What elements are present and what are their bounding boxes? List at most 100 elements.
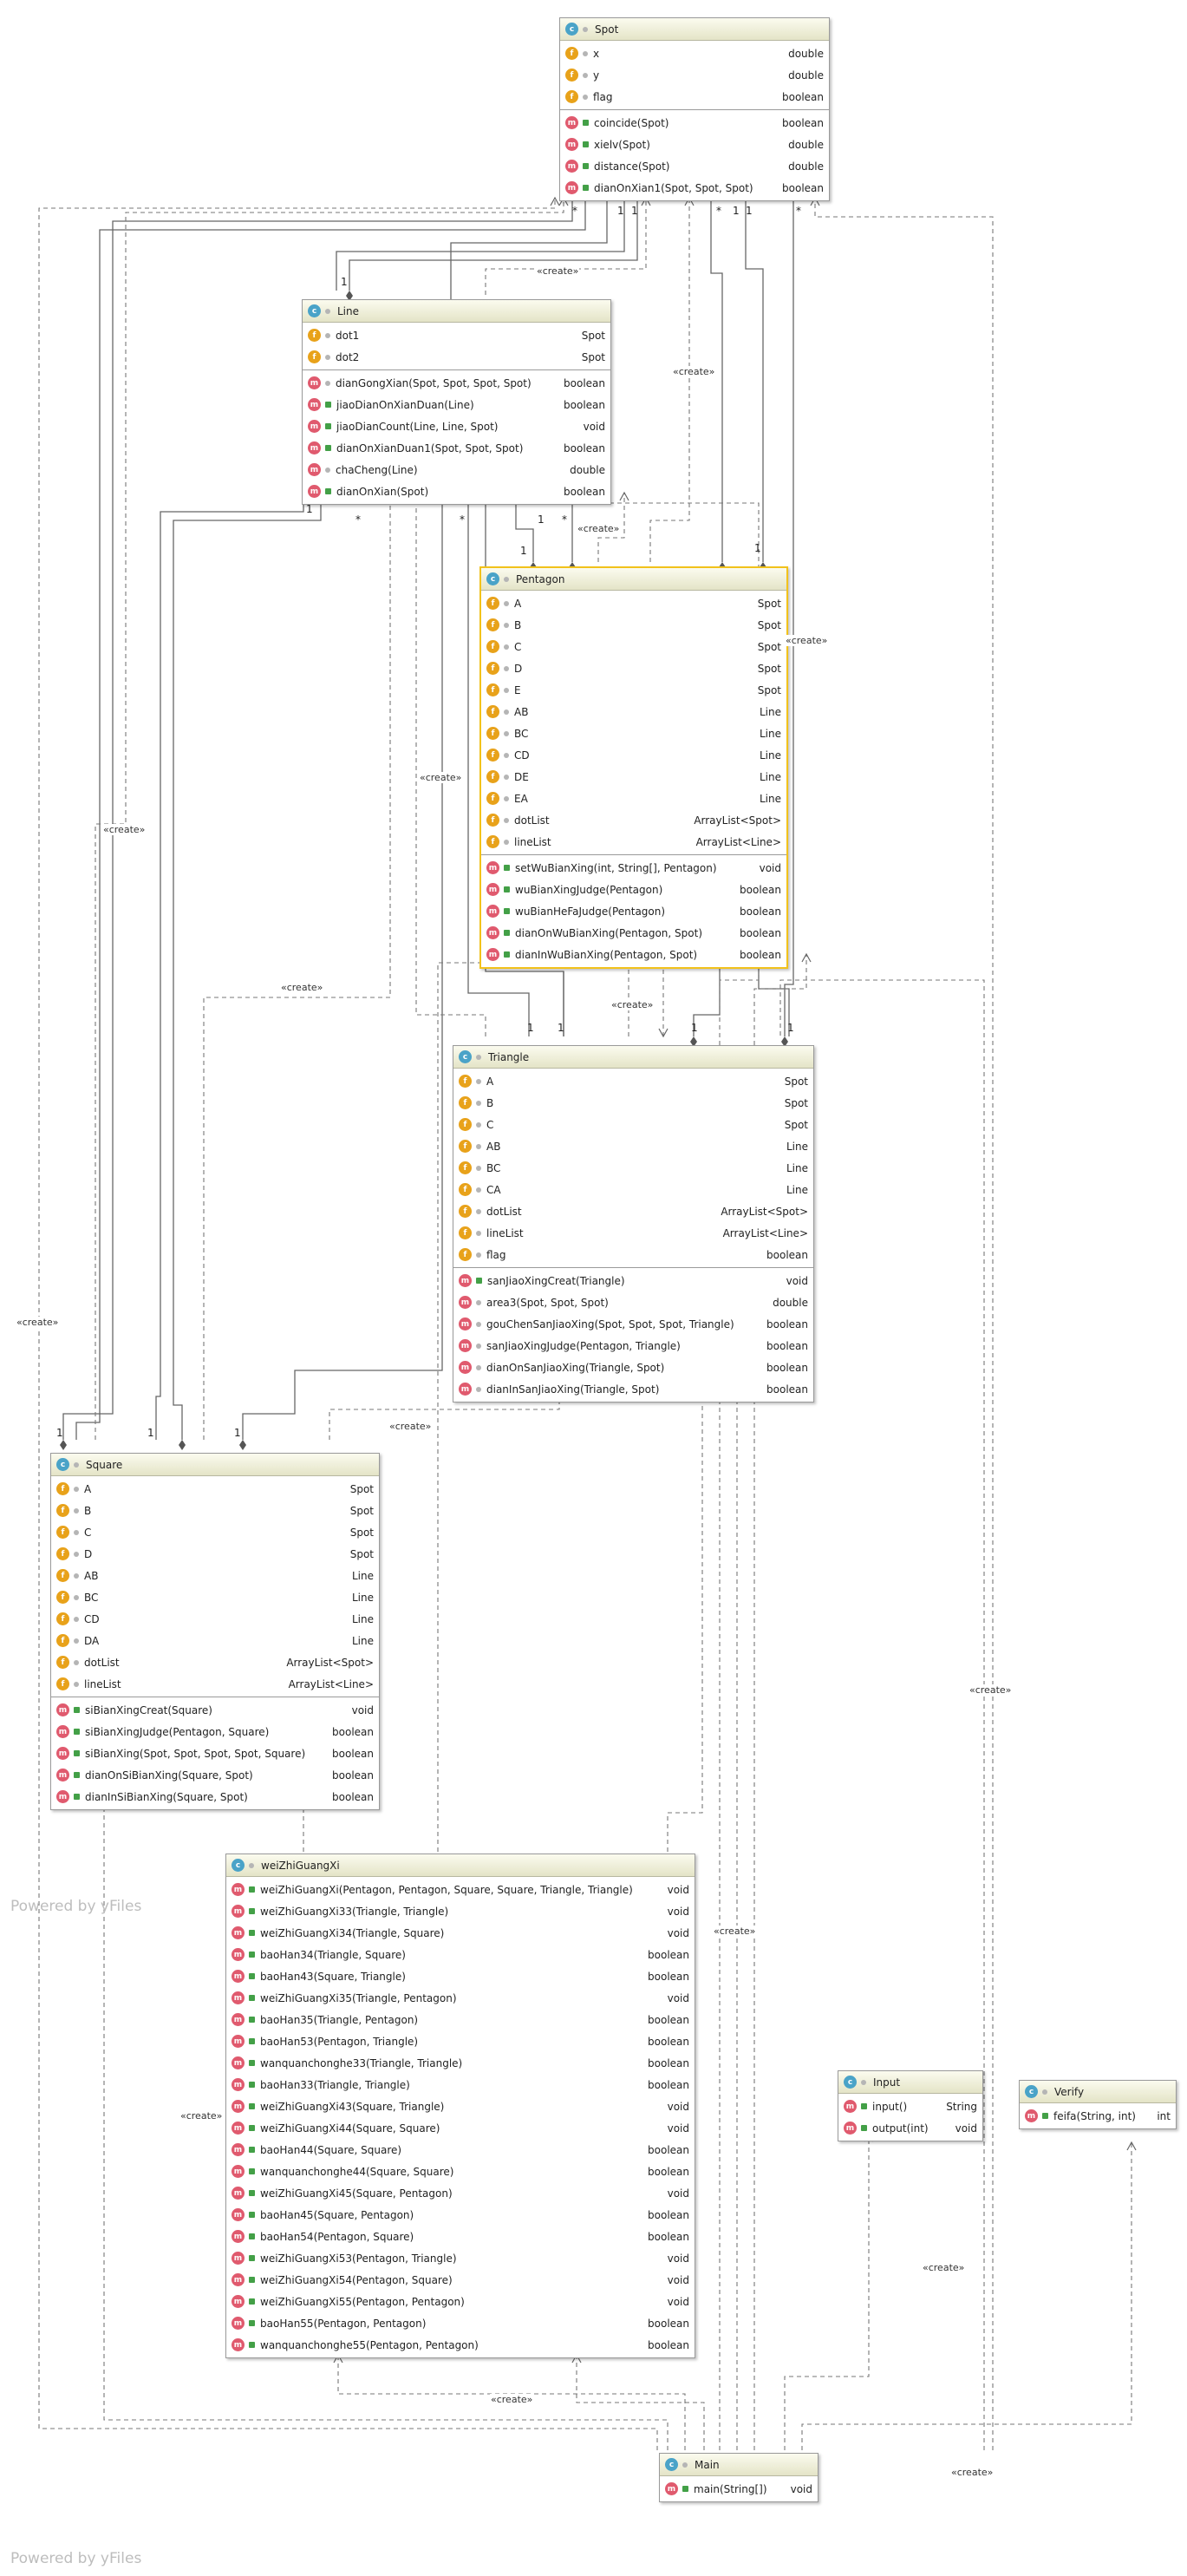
method-row[interactable]: m baoHan53(Pentagon, Triangle) boolean xyxy=(226,2030,695,2052)
field-row[interactable]: f B Spot xyxy=(481,614,786,636)
field-row[interactable]: f dotList ArrayList<Spot> xyxy=(481,809,786,831)
method-row[interactable]: m baoHan44(Square, Square) boolean xyxy=(226,2139,695,2161)
method-row[interactable]: m chaCheng(Line) double xyxy=(303,459,610,481)
field-row[interactable]: f AB Line xyxy=(51,1565,379,1586)
method-row[interactable]: m weiZhiGuangXi53(Pentagon, Triangle) void xyxy=(226,2247,695,2269)
method-row[interactable]: m siBianXing(Spot, Spot, Spot, Spot, Squa… xyxy=(51,1742,379,1764)
method-row[interactable]: m jiaoDianOnXianDuan(Line) boolean xyxy=(303,394,610,415)
method-row[interactable]: m siBianXingCreat(Square) void xyxy=(51,1699,379,1721)
method-row[interactable]: m baoHan35(Triangle, Pentagon) boolean xyxy=(226,2009,695,2030)
method-row[interactable]: m weiZhiGuangXi55(Pentagon, Pentagon) void xyxy=(226,2291,695,2312)
method-row[interactable]: m dianOnXian1(Spot, Spot, Spot) boolean xyxy=(560,177,829,199)
method-row[interactable]: m xielv(Spot) double xyxy=(560,134,829,155)
method-row[interactable]: m weiZhiGuangXi44(Square, Square) void xyxy=(226,2117,695,2139)
field-row[interactable]: f B Spot xyxy=(51,1500,379,1521)
field-row[interactable]: f A Spot xyxy=(453,1070,813,1092)
method-row[interactable]: m dianOnSanJiaoXing(Triangle, Spot) boolea… xyxy=(453,1357,813,1378)
method-row[interactable]: m dianInWuBianXing(Pentagon, Spot) boolean xyxy=(481,944,786,965)
method-row[interactable]: m wuBianXingJudge(Pentagon) boolean xyxy=(481,879,786,900)
visibility-icon xyxy=(249,2168,255,2174)
field-row[interactable]: f x double xyxy=(560,42,829,64)
field-row[interactable]: f DE Line xyxy=(481,766,786,788)
class-triangle[interactable]: c Triangle f A Spot f B Spot f C Spot f AB Line … xyxy=(453,1045,814,1402)
class-square[interactable]: c Square f A Spot f B Spot f C Spot f D Spot f AB… xyxy=(50,1453,380,1810)
field-row[interactable]: f D Spot xyxy=(481,657,786,679)
method-row[interactable]: m setWuBianXing(int, String[], Pentagon) v… xyxy=(481,857,786,879)
method-row[interactable]: m area3(Spot, Spot, Spot) double xyxy=(453,1291,813,1313)
method-row[interactable]: m output(int) void xyxy=(838,2117,982,2139)
class-pentagon[interactable]: c Pentagon f A Spot f B Spot f C Spot f D Spot f… xyxy=(479,566,788,969)
method-row[interactable]: m wanquanchonghe33(Triangle, Triangle) boo… xyxy=(226,2052,695,2074)
method-row[interactable]: m distance(Spot) double xyxy=(560,155,829,177)
class-weizhiguangxi[interactable]: c weiZhiGuangXi m weiZhiGuangXi(Pentagon,… xyxy=(225,1854,695,2358)
field-row[interactable]: f B Spot xyxy=(453,1092,813,1114)
method-row[interactable]: m baoHan54(Pentagon, Square) boolean xyxy=(226,2226,695,2247)
field-row[interactable]: f BC Line xyxy=(51,1586,379,1608)
field-row[interactable]: f E Spot xyxy=(481,679,786,701)
class-spot[interactable]: c Spot f x double f y double f flag boolean m c… xyxy=(559,17,830,201)
method-row[interactable]: m weiZhiGuangXi34(Triangle, Square) void xyxy=(226,1922,695,1944)
field-name: DE xyxy=(514,770,529,783)
field-row[interactable]: f DA Line xyxy=(51,1630,379,1651)
field-icon: f xyxy=(565,69,578,82)
field-row[interactable]: f A Spot xyxy=(481,592,786,614)
method-row[interactable]: m weiZhiGuangXi54(Pentagon, Square) void xyxy=(226,2269,695,2291)
method-row[interactable]: m siBianXingJudge(Pentagon, Square) boolea… xyxy=(51,1721,379,1742)
class-main[interactable]: c Main m main(String[]) void xyxy=(659,2453,819,2502)
field-row[interactable]: f y double xyxy=(560,64,829,86)
field-row[interactable]: f C Spot xyxy=(481,636,786,657)
method-row[interactable]: m sanJiaoXingCreat(Triangle) void xyxy=(453,1270,813,1291)
method-row[interactable]: m dianGongXian(Spot, Spot, Spot, Spot) boo… xyxy=(303,372,610,394)
method-row[interactable]: m weiZhiGuangXi35(Triangle, Pentagon) void xyxy=(226,1987,695,2009)
class-input[interactable]: c Input m input() String m output(int) void xyxy=(838,2070,983,2141)
field-row[interactable]: f lineList ArrayList<Line> xyxy=(51,1673,379,1695)
method-row[interactable]: m wanquanchonghe44(Square, Square) boolean xyxy=(226,2161,695,2182)
method-row[interactable]: m gouChenSanJiaoXing(Spot, Spot, Spot, Tr… xyxy=(453,1313,813,1335)
field-row[interactable]: f flag boolean xyxy=(560,86,829,108)
method-row[interactable]: m jiaoDianCount(Line, Line, Spot) void xyxy=(303,415,610,437)
field-row[interactable]: f BC Line xyxy=(453,1157,813,1179)
method-row[interactable]: m baoHan45(Square, Pentagon) boolean xyxy=(226,2204,695,2226)
field-row[interactable]: f AB Line xyxy=(453,1135,813,1157)
field-row[interactable]: f dot1 Spot xyxy=(303,324,610,346)
method-row[interactable]: m baoHan33(Triangle, Triangle) boolean xyxy=(226,2074,695,2095)
method-row[interactable]: m weiZhiGuangXi33(Triangle, Triangle) void xyxy=(226,1900,695,1922)
method-row[interactable]: m feifa(String, int) int xyxy=(1020,2105,1176,2127)
method-row[interactable]: m baoHan34(Triangle, Square) boolean xyxy=(226,1944,695,1965)
field-row[interactable]: f C Spot xyxy=(51,1521,379,1543)
field-row[interactable]: f BC Line xyxy=(481,722,786,744)
field-row[interactable]: f flag boolean xyxy=(453,1244,813,1265)
method-row[interactable]: m wuBianHeFaJudge(Pentagon) boolean xyxy=(481,900,786,922)
field-row[interactable]: f AB Line xyxy=(481,701,786,722)
field-row[interactable]: f dotList ArrayList<Spot> xyxy=(453,1200,813,1222)
field-row[interactable]: f dot2 Spot xyxy=(303,346,610,368)
field-row[interactable]: f A Spot xyxy=(51,1478,379,1500)
method-row[interactable]: m wanquanchonghe55(Pentagon, Pentagon) boo… xyxy=(226,2334,695,2356)
method-row[interactable]: m weiZhiGuangXi43(Square, Triangle) void xyxy=(226,2095,695,2117)
method-row[interactable]: m dianOnSiBianXing(Square, Spot) boolean xyxy=(51,1764,379,1786)
field-row[interactable]: f EA Line xyxy=(481,788,786,809)
field-row[interactable]: f lineList ArrayList<Line> xyxy=(481,831,786,853)
method-row[interactable]: m dianOnXian(Spot) boolean xyxy=(303,481,610,502)
class-line[interactable]: c Line f dot1 Spot f dot2 Spot m dianGongXian… xyxy=(302,299,611,505)
field-row[interactable]: f C Spot xyxy=(453,1114,813,1135)
field-row[interactable]: f lineList ArrayList<Line> xyxy=(453,1222,813,1244)
method-row[interactable]: m baoHan43(Square, Triangle) boolean xyxy=(226,1965,695,1987)
field-row[interactable]: f CD Line xyxy=(481,744,786,766)
method-row[interactable]: m weiZhiGuangXi(Pentagon, Pentagon, Squar… xyxy=(226,1879,695,1900)
method-row[interactable]: m weiZhiGuangXi45(Square, Pentagon) void xyxy=(226,2182,695,2204)
method-row[interactable]: m baoHan55(Pentagon, Pentagon) boolean xyxy=(226,2312,695,2334)
field-row[interactable]: f D Spot xyxy=(51,1543,379,1565)
method-row[interactable]: m coincide(Spot) boolean xyxy=(560,112,829,134)
method-row[interactable]: m dianInSanJiaoXing(Triangle, Spot) boolea… xyxy=(453,1378,813,1400)
field-row[interactable]: f CD Line xyxy=(51,1608,379,1630)
method-row[interactable]: m dianOnXianDuan1(Spot, Spot, Spot) boolea… xyxy=(303,437,610,459)
method-row[interactable]: m main(String[]) void xyxy=(660,2478,818,2500)
field-row[interactable]: f CA Line xyxy=(453,1179,813,1200)
method-row[interactable]: m input() String xyxy=(838,2095,982,2117)
method-row[interactable]: m sanJiaoXingJudge(Pentagon, Triangle) boo… xyxy=(453,1335,813,1357)
field-row[interactable]: f dotList ArrayList<Spot> xyxy=(51,1651,379,1673)
class-verify[interactable]: c Verify m feifa(String, int) int xyxy=(1019,2080,1177,2129)
method-row[interactable]: m dianInSiBianXing(Square, Spot) boolean xyxy=(51,1786,379,1808)
method-row[interactable]: m dianOnWuBianXing(Pentagon, Spot) boolean xyxy=(481,922,786,944)
